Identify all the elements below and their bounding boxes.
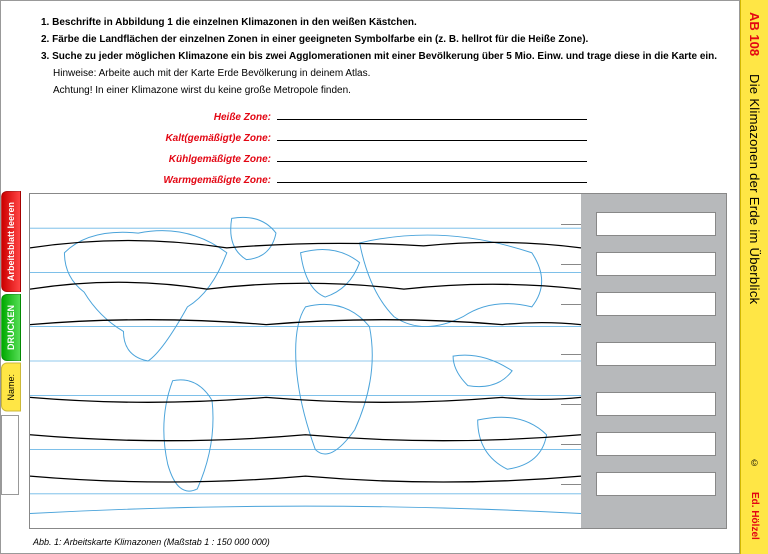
copyright-symbol: ©	[750, 458, 760, 468]
zone-label-warmtemp: Warmgemäßigte Zone:	[121, 173, 271, 188]
zone-row-hot: Heiße Zone:	[121, 108, 721, 125]
zones-fill-in: Heiße Zone: Kalt(gemäßigt)e Zone: Kühlge…	[121, 108, 721, 188]
pointer-4	[561, 354, 581, 355]
answer-box-7[interactable]	[596, 472, 716, 496]
task-hint-1: Hinweise: Arbeite auch mit der Karte Erd…	[53, 66, 721, 81]
zone-input-cooltemp[interactable]	[277, 150, 587, 162]
zone-row-warmtemp: Warmgemäßigte Zone:	[121, 171, 721, 188]
zone-label-cold: Kalt(gemäßigt)e Zone:	[121, 131, 271, 146]
name-label: Name:	[1, 363, 21, 412]
right-sidebar: AB 108 Die Klimazonen der Erde im Überbl…	[740, 0, 768, 554]
answer-box-4[interactable]	[596, 342, 716, 366]
pointer-2	[561, 264, 581, 265]
pointer-3	[561, 304, 581, 305]
zone-label-hot: Heiße Zone:	[121, 110, 271, 125]
side-tabs: Arbeitsblatt leeren DRUCKEN Name:	[1, 191, 21, 495]
zone-input-warmtemp[interactable]	[277, 171, 587, 183]
tasks-block: 1. Beschrifte in Abbildung 1 die einzeln…	[1, 1, 739, 188]
pointer-1	[561, 224, 581, 225]
worksheet-code: AB 108	[747, 12, 762, 56]
zone-row-cold: Kalt(gemäßigt)e Zone:	[121, 129, 721, 146]
worksheet-page: 1. Beschrifte in Abbildung 1 die einzeln…	[0, 0, 740, 554]
answer-box-3[interactable]	[596, 292, 716, 316]
zone-input-cold[interactable]	[277, 129, 587, 141]
world-map-svg	[30, 194, 581, 528]
answer-box-6[interactable]	[596, 432, 716, 456]
pointer-7	[561, 484, 581, 485]
answer-box-5[interactable]	[596, 392, 716, 416]
publisher-name: Ed. Hölzel	[749, 492, 760, 540]
answer-box-1[interactable]	[596, 212, 716, 236]
figure-caption: Abb. 1: Arbeitskarte Klimazonen (Maßstab…	[33, 537, 270, 547]
task-3: 3. Suche zu jeder möglichen Klimazone ei…	[41, 49, 721, 64]
map-area	[29, 193, 727, 529]
clear-button[interactable]: Arbeitsblatt leeren	[1, 191, 21, 292]
task-1: 1. Beschrifte in Abbildung 1 die einzeln…	[41, 15, 721, 30]
pointer-5	[561, 404, 581, 405]
answer-boxes-column	[581, 194, 726, 528]
print-button[interactable]: DRUCKEN	[1, 294, 21, 361]
zone-label-cooltemp: Kühlgemäßigte Zone:	[121, 152, 271, 167]
world-map	[30, 194, 581, 528]
task-2: 2. Färbe die Landflächen der einzelnen Z…	[41, 32, 721, 47]
task-hint-2: Achtung! In einer Klimazone wirst du kei…	[53, 83, 721, 98]
name-input[interactable]	[1, 415, 19, 495]
pointer-6	[561, 444, 581, 445]
zone-input-hot[interactable]	[277, 108, 587, 120]
zone-row-cooltemp: Kühlgemäßigte Zone:	[121, 150, 721, 167]
answer-box-2[interactable]	[596, 252, 716, 276]
worksheet-title: Die Klimazonen der Erde im Überblick	[747, 74, 762, 304]
